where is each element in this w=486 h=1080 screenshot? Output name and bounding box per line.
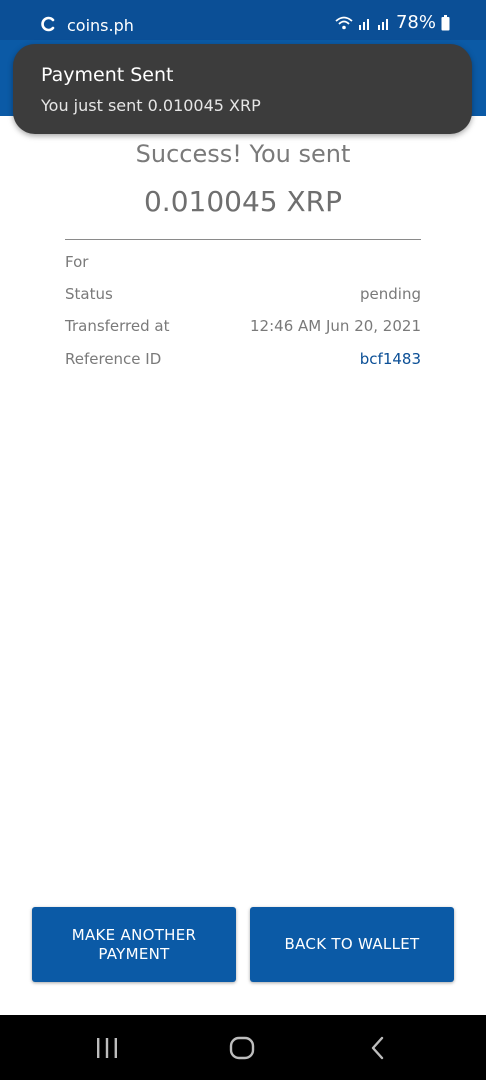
wifi-icon <box>335 16 353 29</box>
detail-row-reference-id: Reference ID bcf1483 <box>65 350 421 372</box>
success-message: Success! You sent <box>135 140 351 168</box>
detail-row-for: For <box>65 253 421 275</box>
back-icon[interactable] <box>368 1036 388 1060</box>
payment-notification[interactable]: Payment Sent You just sent 0.010045 XRP <box>13 44 472 134</box>
make-another-payment-label: MAKE ANOTHER PAYMENT <box>71 925 197 963</box>
navigation-bar <box>0 1015 486 1080</box>
recent-apps-icon[interactable] <box>95 1037 119 1059</box>
status-bar: coins.ph 78% <box>0 0 486 40</box>
app-name: coins.ph <box>67 16 134 35</box>
status-value: pending <box>360 285 421 303</box>
reference-id-link[interactable]: bcf1483 <box>360 350 421 368</box>
detail-label: Reference ID <box>65 350 162 368</box>
signal-icon <box>358 18 369 30</box>
back-to-wallet-button[interactable]: BACK TO WALLET <box>250 907 454 982</box>
back-to-wallet-label: BACK TO WALLET <box>284 935 420 953</box>
battery-percentage: 78% <box>395 12 436 33</box>
make-another-payment-button[interactable]: MAKE ANOTHER PAYMENT <box>32 907 236 982</box>
detail-row-transferred-at: Transferred at 12:46 AM Jun 20, 2021 <box>65 317 421 339</box>
detail-label: Transferred at <box>65 317 170 335</box>
transfer-timestamp: 12:46 AM Jun 20, 2021 <box>250 317 421 335</box>
detail-label: Status <box>65 285 113 303</box>
status-icons: 78% <box>335 12 450 33</box>
detail-label: For <box>65 253 89 271</box>
divider <box>65 239 421 240</box>
notification-message: You just sent 0.010045 XRP <box>41 96 261 115</box>
coins-logo-icon <box>41 16 55 32</box>
detail-row-status: Status pending <box>65 285 421 307</box>
notification-title: Payment Sent <box>41 64 174 86</box>
signal-icon <box>377 18 388 30</box>
sent-amount: 0.010045 XRP <box>143 185 343 218</box>
battery-icon <box>441 14 450 30</box>
home-icon[interactable] <box>229 1036 255 1060</box>
